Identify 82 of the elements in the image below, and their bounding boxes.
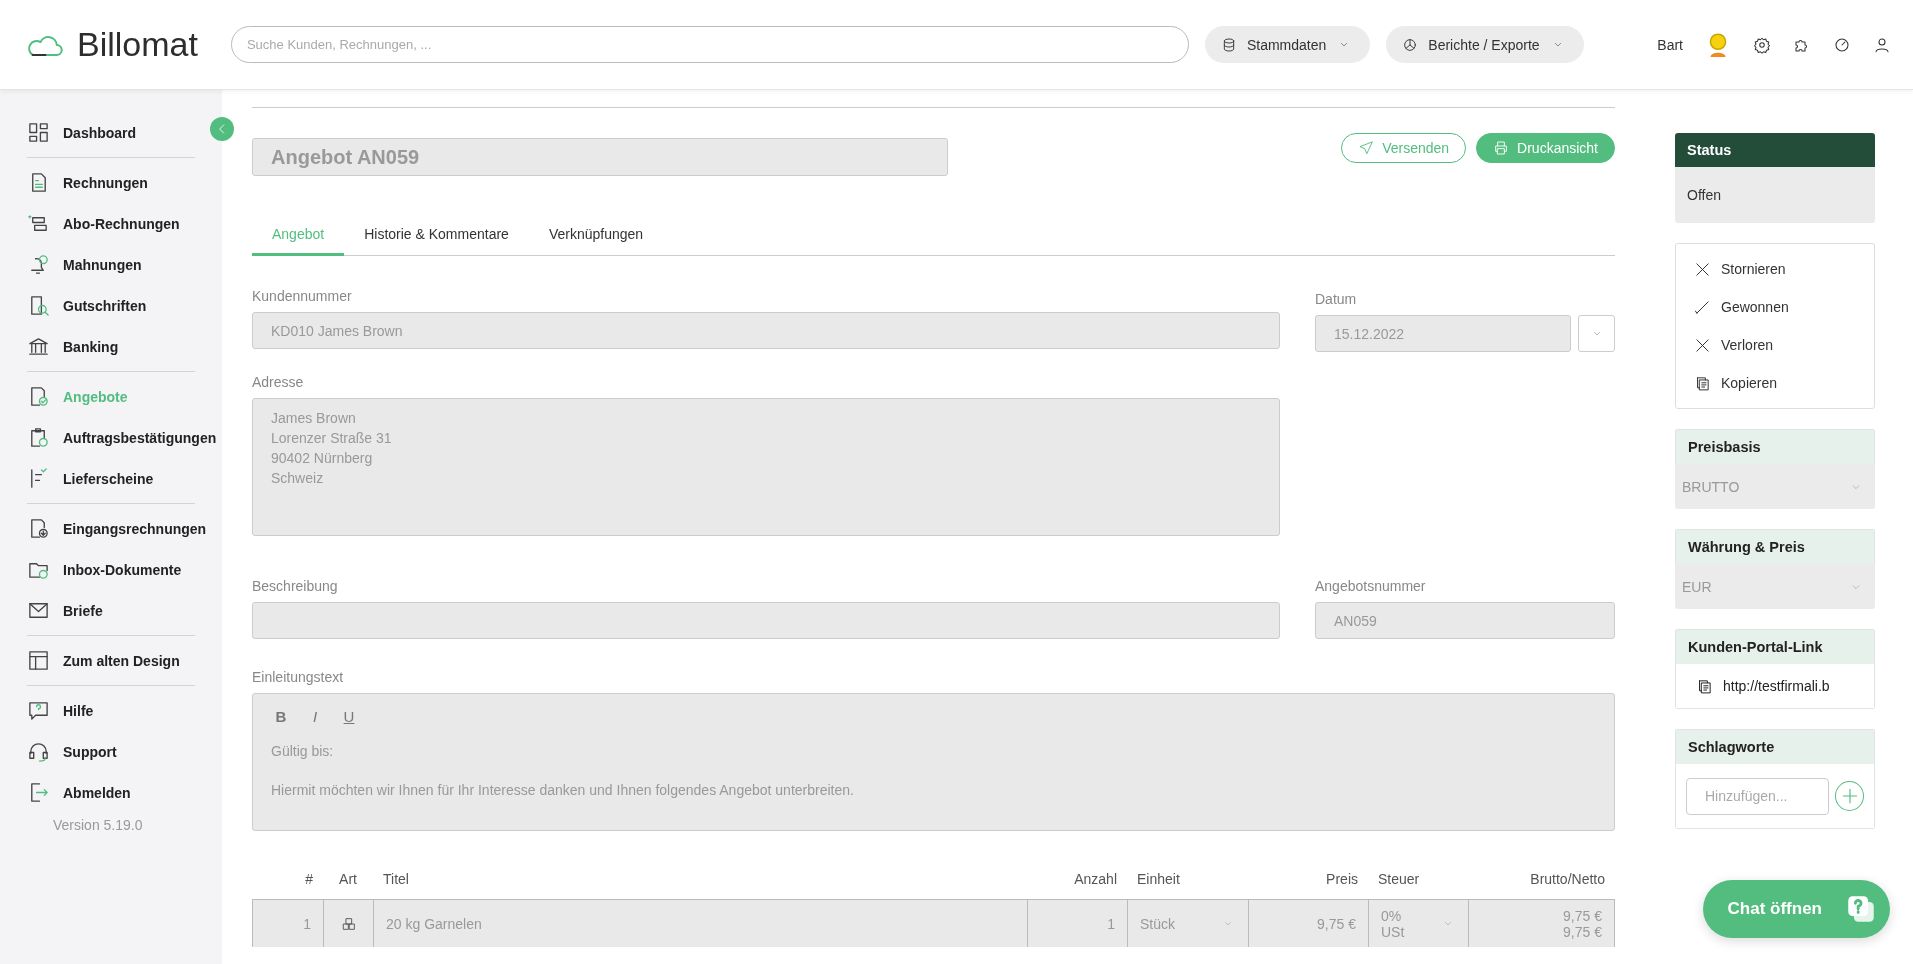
status-value: Offen [1675,167,1875,223]
address-line: Lorenzer Straße 31 [271,429,393,448]
action-item[interactable]: Kopieren [1676,364,1874,402]
table-cell: 9,75 € 9,75 € [1468,899,1615,947]
format-button[interactable]: U [339,708,359,725]
sidebar-item[interactable]: Rechnungen [0,164,148,201]
sidebar-item[interactable]: Lieferscheine [0,460,154,497]
user-icon [1873,35,1891,54]
sidebar-item[interactable]: Abo-Rechnungen [0,205,180,242]
format-button[interactable]: I [305,708,325,725]
intro-paragraph: Hiermit möchten wir Ihnen für Ihr Interesse danken und Ihnen folgendes Angebot unterbreiten. [271,782,855,798]
field-label: Beschreibung [252,578,339,594]
sidebar-item[interactable]: Zum alten Design [0,642,180,679]
sidebar-item[interactable]: Gutschriften [0,287,147,324]
user-name: Bart [1657,36,1683,53]
copy-icon [1696,677,1713,695]
format-button[interactable]: B [271,708,291,725]
column-header: Titel [382,871,410,889]
printer-icon [1493,140,1510,156]
column-header: Preis [1325,871,1359,889]
close-icon [1694,260,1711,278]
dashboard-icon [27,121,50,144]
intro-paragraph: Gültig bis: [271,743,335,759]
date-picker-button[interactable] [1578,315,1615,352]
field-label: Einleitungstext [252,669,345,685]
card-header: Status [1675,133,1875,167]
address-line: Schweiz [271,469,325,488]
address-line: 90402 Nürnberg [271,449,374,468]
tag-input-field[interactable]: Hinzufügen... [1686,777,1829,815]
paper-plane-icon [1358,140,1375,156]
column-header: Art [338,871,358,889]
layout-icon [27,649,50,672]
menu-dropdown[interactable]: Berichte / Exporte [1386,26,1584,63]
card-header: Kunden-Portal-Link [1675,629,1875,664]
tab[interactable]: Historie & Kommentare [344,216,529,256]
sidebar-item[interactable]: Abmelden [0,774,131,811]
field-label: Angebotsnummer [1315,578,1427,594]
sidebar-item[interactable]: Auftragsbestätigungen [0,419,217,456]
intro-text-editor[interactable]: B I U Gültig bis: Hiermit möchten wir Ihnen für Ihr Interesse danken und Ihnen folgendes Angebot unterbreiten. [252,693,1615,831]
description-field[interactable] [252,602,1280,639]
headset-icon [27,740,50,763]
action-item[interactable]: Verloren [1676,326,1874,364]
sidebar-item[interactable]: Inbox-Dokumente [0,551,182,588]
card-header: Preisbasis [1675,429,1875,464]
checkmark-icon [1694,298,1711,316]
column-header: Steuer [1377,871,1421,889]
gauge-icon [1833,35,1851,54]
tab[interactable]: Verknüpfungen [528,216,664,256]
field-label: Kundennummer [252,288,353,304]
pie-chart-icon [1402,36,1419,53]
close-icon [1694,336,1711,354]
help-bubble-icon [27,699,50,722]
field-label: Adresse [252,374,305,390]
sidebar-item[interactable]: Hilfe [0,692,94,729]
card-header: Schlagworte [1675,729,1875,764]
sidebar-item[interactable]: Briefe [0,592,103,629]
copy-icon [1694,374,1711,392]
card-header: Währung & Preis [1675,529,1875,564]
sidebar-item[interactable]: Dashboard [0,114,137,151]
column-header: # [304,871,314,889]
action-item[interactable]: Gewonnen [1676,288,1874,326]
sidebar-item[interactable]: Mahnungen [0,246,142,283]
column-header: Anzahl [1073,871,1118,889]
column-header: Einheit [1136,871,1181,889]
settings-icon [1753,35,1771,54]
collapse-sidebar-button[interactable] [210,117,234,141]
search-field[interactable]: Suche Kunden, Rechnungen, ... [230,26,1189,63]
portal-link[interactable]: http://testfirmali.b [1723,678,1830,694]
table-cell: 1 [252,899,323,947]
version-label: Version 5.19.0 [52,817,144,833]
app-logo-text: Billomat [77,25,198,64]
sidebar-item[interactable]: Eingangsrechnungen [0,510,207,547]
add-tag-button[interactable] [1835,781,1864,811]
action-item[interactable]: Stornieren [1676,250,1874,288]
address-line: James Brown [271,409,357,428]
sidebar-item[interactable]: Banking [0,328,119,365]
sidebar-item[interactable]: Support [0,733,117,770]
bank-icon [27,335,50,358]
column-header: Brutto/Netto [1529,871,1606,889]
boxes-icon [340,915,357,932]
field-label: Datum [1315,291,1358,307]
menu-dropdown[interactable]: Stammdaten [1204,26,1371,63]
